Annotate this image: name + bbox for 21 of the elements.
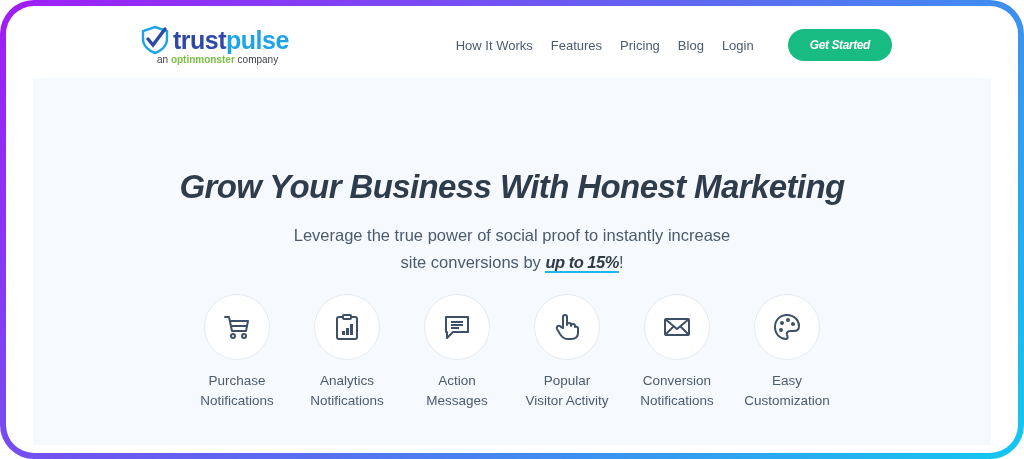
palette-icon xyxy=(773,313,801,341)
feature-label: Conversion Notifications xyxy=(640,372,714,410)
shopping-cart-icon xyxy=(223,313,251,341)
hero-subtitle: Leverage the true power of social proof to instantly increase site conversions by up to 15%! xyxy=(292,225,732,275)
nav-link[interactable]: Login xyxy=(721,37,754,53)
shield-check-icon xyxy=(140,25,170,55)
pointing-hand-icon xyxy=(553,313,581,341)
feature-label: Easy Customization xyxy=(744,372,830,410)
brand-name: trustpulse xyxy=(173,25,289,55)
clipboard-chart-icon xyxy=(333,313,361,341)
feature-label: Popular Visitor Activity xyxy=(525,372,609,410)
feature-label: Analytics Notifications xyxy=(310,372,384,410)
nav-link[interactable]: Pricing xyxy=(620,37,660,53)
hero-headline: Grow Your Business With Honest Marketing xyxy=(179,168,845,206)
feature-label: Purchase Notifications xyxy=(200,372,274,410)
nav-link[interactable]: How It Works xyxy=(455,37,533,53)
nav-link[interactable]: Features xyxy=(550,37,603,53)
logo-tagline: an optinmonster company xyxy=(157,54,280,65)
chat-bubble-icon xyxy=(443,313,471,341)
feature-label: Action Messages xyxy=(426,372,488,410)
nav-link[interactable]: Blog xyxy=(677,37,704,53)
